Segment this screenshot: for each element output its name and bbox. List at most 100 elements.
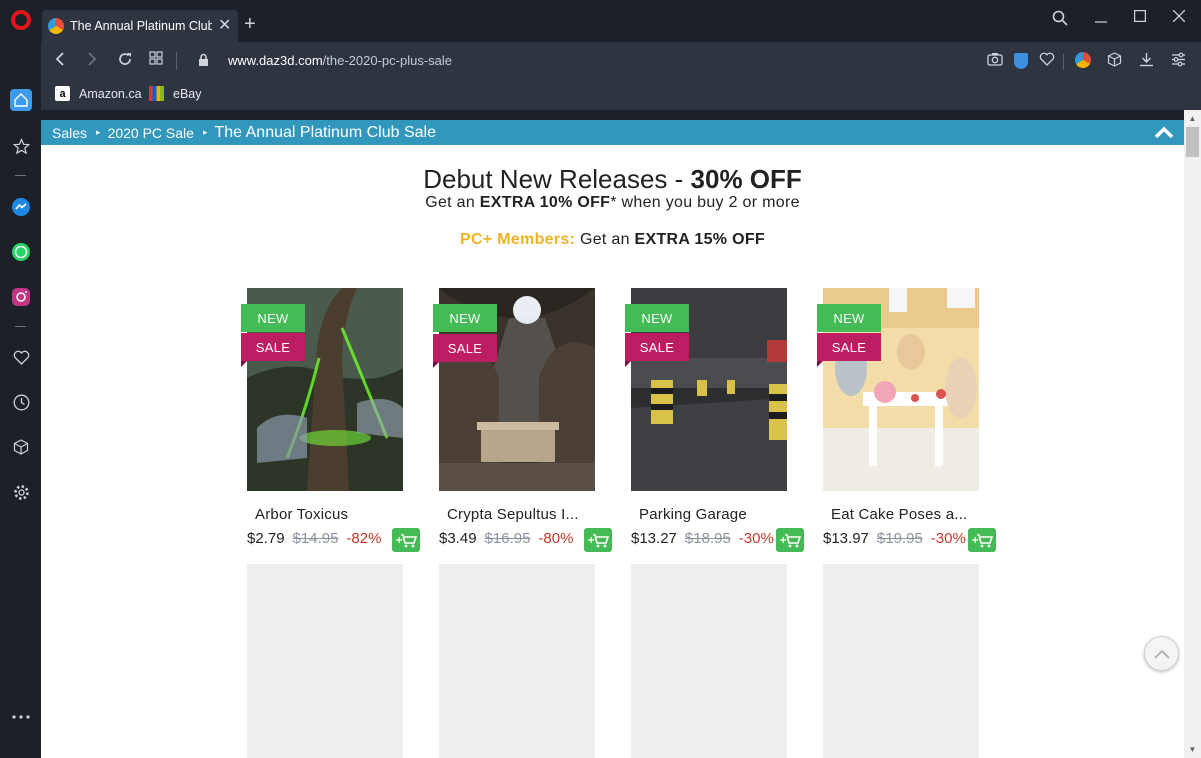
download-icon[interactable] <box>1139 52 1154 69</box>
members-offer: PC+ Members: Get an EXTRA 15% OFF <box>41 231 1184 249</box>
promo-subtitle: Get an EXTRA 10% OFF* when you buy 2 or … <box>41 194 1184 212</box>
sidebar-separator <box>15 175 26 176</box>
discount-percent: -82% <box>346 530 382 547</box>
members-label: PC+ Members: <box>460 231 576 248</box>
product-placeholder <box>439 564 595 758</box>
add-to-cart-button[interactable]: + <box>392 528 420 552</box>
bookmark-heart-icon[interactable] <box>1039 52 1055 68</box>
product-placeholder <box>247 564 403 758</box>
promo-extra-discount: EXTRA 10% OFF <box>479 194 611 211</box>
bookmark-ebay[interactable]: eBay <box>149 86 202 101</box>
my-flow-heart-icon[interactable] <box>10 346 32 368</box>
discount-percent: -30% <box>738 530 774 547</box>
bookmark-label: eBay <box>173 86 202 101</box>
ebay-icon <box>149 86 164 101</box>
address-divider <box>176 52 177 70</box>
tab-close-icon[interactable]: ✕ <box>218 18 231 34</box>
product-name[interactable]: Parking Garage <box>639 506 747 523</box>
back-button[interactable] <box>55 51 65 71</box>
title-bar: The Annual Platinum Club Sale ✕ + <box>0 0 1201 42</box>
bookmarks-star-icon[interactable] <box>10 135 32 157</box>
promo-title-text: Debut New Releases - <box>423 164 691 194</box>
add-to-cart-button[interactable]: + <box>968 528 996 552</box>
price-row: $2.79 $14.95 -82% <box>247 530 381 547</box>
search-tabs-icon[interactable] <box>1052 10 1068 30</box>
adblock-shield-icon[interactable] <box>1014 53 1028 69</box>
url-path: /the-2020-pc-plus-sale <box>322 53 453 68</box>
address-bar: www.daz3d.com/the-2020-pc-plus-sale <box>41 42 1201 80</box>
discount-percent: -80% <box>538 530 574 547</box>
original-price: $18.95 <box>684 530 731 547</box>
sale-price: $3.49 <box>439 530 477 547</box>
easy-setup-icon[interactable] <box>1171 52 1186 69</box>
bookmarks-bar: a Amazon.ca eBay <box>41 80 1201 110</box>
new-tab-button[interactable]: + <box>244 14 256 34</box>
opera-logo-icon[interactable] <box>11 10 31 30</box>
breadcrumb-link-sales[interactable]: Sales <box>52 125 87 141</box>
members-discount: EXTRA 15% OFF <box>634 231 765 248</box>
product-placeholder <box>631 564 787 758</box>
bookmark-label: Amazon.ca <box>79 86 142 101</box>
daz3d-favicon-icon <box>48 18 64 34</box>
sale-price: $2.79 <box>247 530 285 547</box>
product-name[interactable]: Eat Cake Poses a... <box>831 506 967 523</box>
product-name[interactable]: Arbor Toxicus <box>255 506 348 523</box>
promo-title-discount: 30% OFF <box>690 164 802 194</box>
svg-text:+: + <box>395 535 403 546</box>
cube-extension-icon[interactable] <box>1107 52 1122 69</box>
breadcrumb-separator-icon: ▸ <box>96 127 101 137</box>
reload-button[interactable] <box>117 51 133 71</box>
url-field[interactable]: www.daz3d.com/the-2020-pc-plus-sale <box>228 53 452 68</box>
add-to-cart-button[interactable]: + <box>584 528 612 552</box>
badge-new: NEW <box>241 304 305 332</box>
badge-sale: SALE <box>241 333 305 367</box>
collapse-chevron-up-icon[interactable] <box>1154 123 1174 141</box>
breadcrumb: Sales ▸ 2020 PC Sale ▸ The Annual Platin… <box>41 120 1184 145</box>
scroll-up-arrow-icon[interactable]: ▲ <box>1184 110 1201 127</box>
breadcrumb-link-pc-sale[interactable]: 2020 PC Sale <box>108 125 194 141</box>
active-tab[interactable]: The Annual Platinum Club Sale ✕ <box>42 10 238 42</box>
lock-icon[interactable] <box>198 53 209 71</box>
promo-banner: Debut New Releases - 30% OFF Get an EXTR… <box>41 164 1184 249</box>
maximize-button[interactable] <box>1134 10 1147 26</box>
add-to-cart-button[interactable]: + <box>776 528 804 552</box>
original-price: $14.95 <box>292 530 339 547</box>
discount-percent: -30% <box>930 530 966 547</box>
forward-button[interactable] <box>87 51 97 71</box>
page-scrollbar[interactable]: ▲ ▼ <box>1184 110 1201 758</box>
messenger-icon[interactable] <box>10 196 32 218</box>
whatsapp-icon[interactable] <box>10 241 32 263</box>
minimize-button[interactable] <box>1095 10 1107 30</box>
promo-subtitle-suffix: * when you buy 2 or more <box>610 194 800 211</box>
promo-title: Debut New Releases - 30% OFF <box>41 164 1184 194</box>
extension-daz-icon[interactable] <box>1075 52 1091 68</box>
price-row: $13.27 $18.95 -30% <box>631 530 774 547</box>
scrollbar-thumb[interactable] <box>1186 127 1199 157</box>
bookmark-amazon[interactable]: a Amazon.ca <box>55 86 142 101</box>
history-clock-icon[interactable] <box>10 391 32 413</box>
instagram-icon[interactable] <box>10 286 32 308</box>
svg-text:+: + <box>587 535 595 546</box>
scroll-to-top-button[interactable] <box>1144 636 1179 671</box>
settings-gear-icon[interactable] <box>10 481 32 503</box>
snapshot-camera-icon[interactable] <box>987 52 1003 68</box>
tab-grid-icon[interactable] <box>149 51 163 69</box>
product-name[interactable]: Crypta Sepultus I... <box>447 506 579 523</box>
badge-new: NEW <box>625 304 689 332</box>
badge-new: NEW <box>817 304 881 332</box>
sale-price: $13.27 <box>631 530 677 547</box>
badge-new: NEW <box>433 304 497 332</box>
tab-title: The Annual Platinum Club Sale <box>70 19 212 33</box>
sidebar-more-icon[interactable] <box>10 706 32 728</box>
page-top-strip <box>41 110 1184 120</box>
close-window-button[interactable] <box>1172 9 1186 26</box>
extensions-cube-icon[interactable] <box>10 436 32 458</box>
svg-text:+: + <box>779 535 787 546</box>
browser-sidebar <box>0 42 41 758</box>
url-host: www.daz3d.com <box>228 53 323 68</box>
breadcrumb-separator-icon: ▸ <box>202 127 208 137</box>
price-row: $3.49 $16.95 -80% <box>439 530 573 547</box>
speed-dial-home-icon[interactable] <box>10 89 32 111</box>
scroll-down-arrow-icon[interactable]: ▼ <box>1184 741 1201 758</box>
breadcrumb-current: The Annual Platinum Club Sale <box>214 123 436 141</box>
